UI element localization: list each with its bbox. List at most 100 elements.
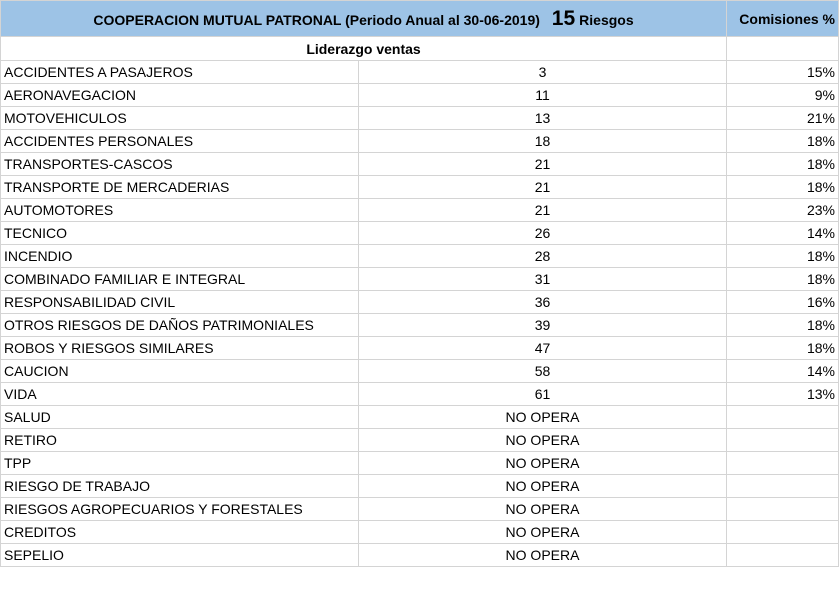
risk-name-cell[interactable]: RETIRO [0, 428, 359, 452]
risk-rank-cell[interactable]: 61 [358, 382, 727, 406]
risk-commission-cell[interactable] [726, 405, 839, 429]
risk-name-cell[interactable]: TPP [0, 451, 359, 475]
risk-rank-cell[interactable]: 18 [358, 129, 727, 153]
table-row: RIESGO DE TRABAJO NO OPERA [0, 474, 839, 498]
header-title-cell[interactable]: COOPERACION MUTUAL PATRONAL (Periodo Anu… [0, 0, 727, 37]
table-row: ROBOS Y RIESGOS SIMILARES 47 18% [0, 336, 839, 360]
risk-name-cell[interactable]: SALUD [0, 405, 359, 429]
risk-commission-cell[interactable] [726, 451, 839, 475]
risk-name-cell[interactable]: TRANSPORTES-CASCOS [0, 152, 359, 176]
risk-commission-cell[interactable] [726, 543, 839, 567]
risk-name-cell[interactable]: CREDITOS [0, 520, 359, 544]
risk-commission-cell[interactable] [726, 474, 839, 498]
risk-name-cell[interactable]: AERONAVEGACION [0, 83, 359, 107]
table-row: TECNICO 26 14% [0, 221, 839, 245]
header-commissions-label: Comisiones % [739, 10, 835, 27]
risk-rank-cell[interactable]: 58 [358, 359, 727, 383]
table-row: INCENDIO 28 18% [0, 244, 839, 268]
subheader-title: Liderazgo ventas [306, 40, 421, 57]
risk-commission-cell[interactable]: 23% [726, 198, 839, 222]
risk-name-cell[interactable]: INCENDIO [0, 244, 359, 268]
risk-rank-cell[interactable]: 21 [358, 152, 727, 176]
subheader-title-cell[interactable]: Liderazgo ventas [0, 36, 727, 61]
risk-rank-cell[interactable]: NO OPERA [358, 405, 727, 429]
table-row: OTROS RIESGOS DE DAÑOS PATRIMONIALES 39 18… [0, 313, 839, 337]
table-row: SALUD NO OPERA [0, 405, 839, 429]
header-title-main: COOPERACION MUTUAL PATRONAL [93, 11, 342, 28]
risk-name-cell[interactable]: ROBOS Y RIESGOS SIMILARES [0, 336, 359, 360]
risk-name-cell[interactable]: RESPONSABILIDAD CIVIL [0, 290, 359, 314]
table-row: ACCIDENTES A PASAJEROS 3 15% [0, 60, 839, 84]
risk-rank-cell[interactable]: 39 [358, 313, 727, 337]
risk-rank-cell[interactable]: 3 [358, 60, 727, 84]
risk-commission-cell[interactable]: 14% [726, 221, 839, 245]
risk-commission-cell[interactable]: 18% [726, 267, 839, 291]
risk-commission-cell[interactable]: 18% [726, 152, 839, 176]
subheader-empty-cell[interactable] [726, 36, 839, 61]
risk-rank-cell[interactable]: NO OPERA [358, 520, 727, 544]
risk-name-cell[interactable]: ACCIDENTES A PASAJEROS [0, 60, 359, 84]
risk-name-cell[interactable]: RIESGOS AGROPECUARIOS Y FORESTALES [0, 497, 359, 521]
risk-name-cell[interactable]: AUTOMOTORES [0, 198, 359, 222]
risk-rank-cell[interactable]: 31 [358, 267, 727, 291]
risk-commission-cell[interactable] [726, 497, 839, 521]
table-row: CAUCION 58 14% [0, 359, 839, 383]
risk-name-cell[interactable]: RIESGO DE TRABAJO [0, 474, 359, 498]
header-title-period: (Periodo Anual al 30-06-2019) [345, 11, 540, 28]
header-risk-count: 15 [551, 6, 576, 30]
risk-rank-cell[interactable]: NO OPERA [358, 451, 727, 475]
risk-commission-cell[interactable]: 18% [726, 313, 839, 337]
table-row: RETIRO NO OPERA [0, 428, 839, 452]
risk-rank-cell[interactable]: NO OPERA [358, 543, 727, 567]
table-row: VIDA 61 13% [0, 382, 839, 406]
risk-name-cell[interactable]: ACCIDENTES PERSONALES [0, 129, 359, 153]
risk-rank-cell[interactable]: 11 [358, 83, 727, 107]
risk-name-cell[interactable]: COMBINADO FAMILIAR E INTEGRAL [0, 267, 359, 291]
risk-commission-cell[interactable] [726, 428, 839, 452]
table-row: CREDITOS NO OPERA [0, 520, 839, 544]
header-risk-unit: Riesgos [579, 11, 634, 28]
risk-name-cell[interactable]: TRANSPORTE DE MERCADERIAS [0, 175, 359, 199]
risk-rank-cell[interactable]: 36 [358, 290, 727, 314]
risk-commission-cell[interactable]: 18% [726, 244, 839, 268]
risk-commission-cell[interactable]: 18% [726, 336, 839, 360]
table-row: AERONAVEGACION 11 9% [0, 83, 839, 107]
risk-commission-cell[interactable]: 16% [726, 290, 839, 314]
risk-commission-cell[interactable]: 9% [726, 83, 839, 107]
table-row: RIESGOS AGROPECUARIOS Y FORESTALES NO OPE… [0, 497, 839, 521]
risk-rank-cell[interactable]: 26 [358, 221, 727, 245]
risk-name-cell[interactable]: VIDA [0, 382, 359, 406]
table-row: COMBINADO FAMILIAR E INTEGRAL 31 18% [0, 267, 839, 291]
risk-rank-cell[interactable]: 28 [358, 244, 727, 268]
table-row: TRANSPORTE DE MERCADERIAS 21 18% [0, 175, 839, 199]
risk-rank-cell[interactable]: 13 [358, 106, 727, 130]
risk-commission-cell[interactable]: 18% [726, 129, 839, 153]
subheader-row: Liderazgo ventas [0, 36, 839, 61]
table-row: TRANSPORTES-CASCOS 21 18% [0, 152, 839, 176]
risk-rank-cell[interactable]: 21 [358, 198, 727, 222]
risk-name-cell[interactable]: SEPELIO [0, 543, 359, 567]
risk-commission-cell[interactable]: 18% [726, 175, 839, 199]
risk-name-cell[interactable]: CAUCION [0, 359, 359, 383]
risk-commission-cell[interactable]: 15% [726, 60, 839, 84]
risk-name-cell[interactable]: TECNICO [0, 221, 359, 245]
header-commissions-cell[interactable]: Comisiones % [726, 0, 839, 37]
risk-rank-cell[interactable]: NO OPERA [358, 474, 727, 498]
table-row: MOTOVEHICULOS 13 21% [0, 106, 839, 130]
risk-name-cell[interactable]: MOTOVEHICULOS [0, 106, 359, 130]
insurance-ranking-table: COOPERACION MUTUAL PATRONAL (Periodo Anu… [0, 0, 839, 567]
risk-commission-cell[interactable] [726, 520, 839, 544]
table-row: AUTOMOTORES 21 23% [0, 198, 839, 222]
risk-rank-cell[interactable]: NO OPERA [358, 497, 727, 521]
header-row: COOPERACION MUTUAL PATRONAL (Periodo Anu… [0, 0, 839, 37]
risk-commission-cell[interactable]: 13% [726, 382, 839, 406]
risk-commission-cell[interactable]: 14% [726, 359, 839, 383]
risk-commission-cell[interactable]: 21% [726, 106, 839, 130]
table-row: ACCIDENTES PERSONALES 18 18% [0, 129, 839, 153]
table-row: RESPONSABILIDAD CIVIL 36 16% [0, 290, 839, 314]
risk-rank-cell[interactable]: NO OPERA [358, 428, 727, 452]
risk-rank-cell[interactable]: 47 [358, 336, 727, 360]
risk-rank-cell[interactable]: 21 [358, 175, 727, 199]
risk-name-cell[interactable]: OTROS RIESGOS DE DAÑOS PATRIMONIALES [0, 313, 359, 337]
table-row: TPP NO OPERA [0, 451, 839, 475]
